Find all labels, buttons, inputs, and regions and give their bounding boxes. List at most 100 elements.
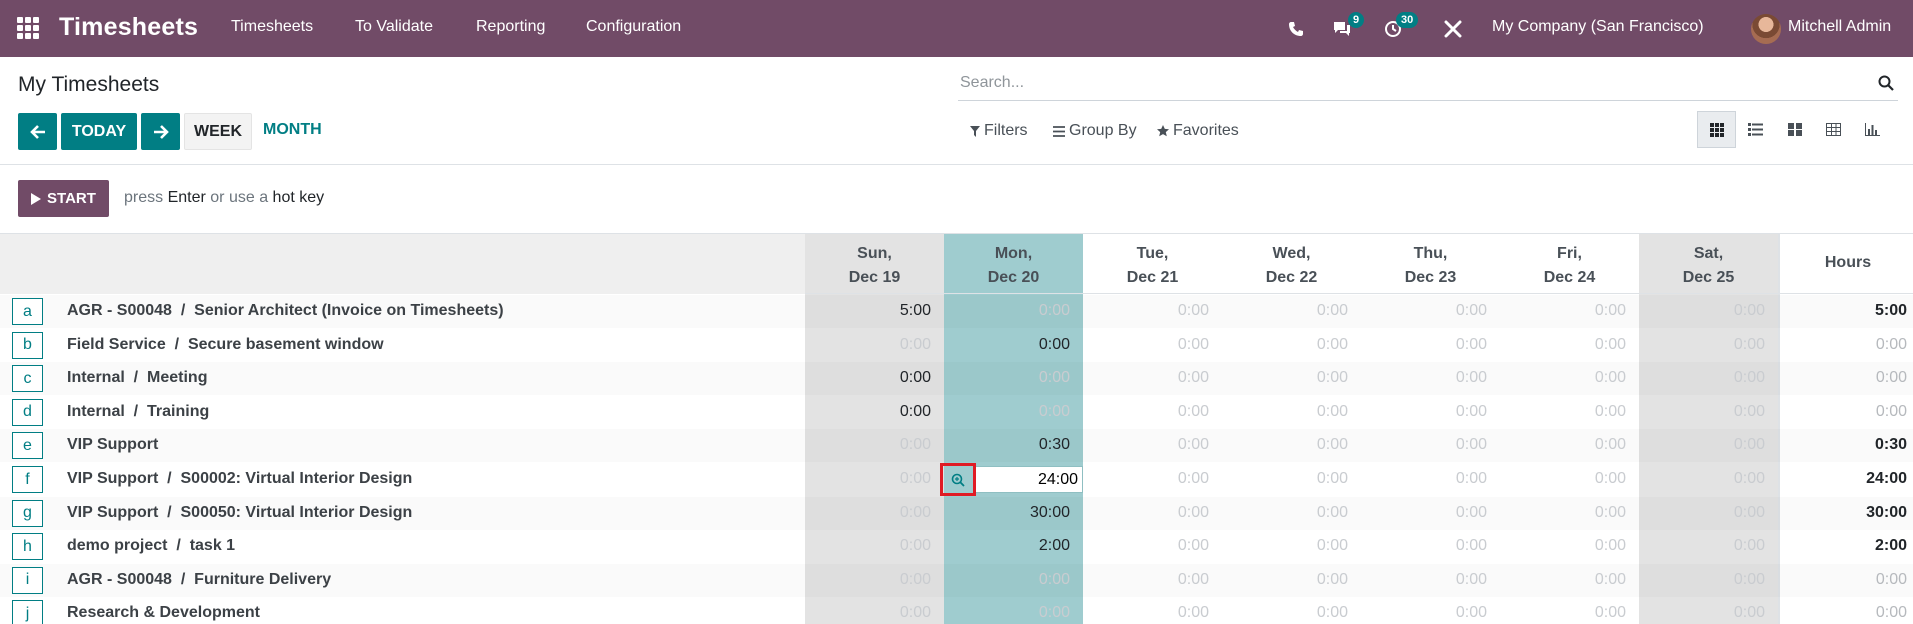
cell-sat[interactable]: 0:00 bbox=[1639, 537, 1765, 555]
cell-sat[interactable]: 0:00 bbox=[1639, 436, 1765, 454]
cell-sat[interactable]: 0:00 bbox=[1639, 369, 1765, 387]
cell-fri[interactable]: 0:00 bbox=[1500, 336, 1626, 354]
cell-thu[interactable]: 0:00 bbox=[1361, 403, 1487, 421]
cell-tue[interactable]: 0:00 bbox=[1083, 604, 1209, 622]
cell-wed[interactable]: 0:00 bbox=[1222, 571, 1348, 589]
cell-sat[interactable]: 0:00 bbox=[1639, 604, 1765, 622]
grid-view-button[interactable] bbox=[1697, 111, 1736, 148]
cell-fri[interactable]: 0:00 bbox=[1500, 436, 1626, 454]
menu-reporting[interactable]: Reporting bbox=[476, 18, 545, 36]
row-hotkey[interactable]: a bbox=[12, 298, 43, 325]
cell-sun[interactable]: 0:00 bbox=[805, 369, 931, 387]
kanban-view-button[interactable] bbox=[1775, 111, 1814, 148]
cell-tue[interactable]: 0:00 bbox=[1083, 403, 1209, 421]
cell-thu[interactable]: 0:00 bbox=[1361, 369, 1487, 387]
menu-configuration[interactable]: Configuration bbox=[586, 18, 681, 36]
list-view-button[interactable] bbox=[1736, 111, 1775, 148]
cell-thu[interactable]: 0:00 bbox=[1361, 504, 1487, 522]
cell-thu[interactable]: 0:00 bbox=[1361, 436, 1487, 454]
menu-timesheets[interactable]: Timesheets bbox=[231, 18, 313, 36]
group-by-dropdown[interactable]: Group By bbox=[1053, 122, 1137, 140]
zoom-in-icon[interactable] bbox=[940, 463, 976, 496]
cell-mon[interactable]: 0:30 bbox=[944, 436, 1070, 454]
cell-sun[interactable]: 0:00 bbox=[805, 403, 931, 421]
cell-tue[interactable]: 0:00 bbox=[1083, 504, 1209, 522]
cell-wed[interactable]: 0:00 bbox=[1222, 403, 1348, 421]
week-button[interactable]: WEEK bbox=[184, 113, 252, 150]
cell-thu[interactable]: 0:00 bbox=[1361, 336, 1487, 354]
row-hotkey[interactable]: e bbox=[12, 432, 43, 460]
cell-mon[interactable]: 0:00 bbox=[944, 302, 1070, 320]
cell-sun[interactable]: 0:00 bbox=[805, 571, 931, 589]
pivot-view-button[interactable] bbox=[1814, 111, 1853, 148]
row-hotkey[interactable]: d bbox=[12, 398, 43, 426]
tools-icon[interactable] bbox=[1444, 0, 1462, 57]
row-hotkey[interactable]: i bbox=[12, 566, 43, 594]
cell-wed[interactable]: 0:00 bbox=[1222, 504, 1348, 522]
cell-fri[interactable]: 0:00 bbox=[1500, 369, 1626, 387]
cell-sun[interactable]: 0:00 bbox=[805, 436, 931, 454]
today-button[interactable]: TODAY bbox=[61, 113, 137, 150]
cell-mon[interactable]: 30:00 bbox=[944, 504, 1070, 522]
cell-sun[interactable]: 0:00 bbox=[805, 537, 931, 555]
cell-sun[interactable]: 0:00 bbox=[805, 504, 931, 522]
cell-sun[interactable]: 0:00 bbox=[805, 336, 931, 354]
cell-mon[interactable]: 2:00 bbox=[944, 537, 1070, 555]
user-menu[interactable]: Mitchell Admin bbox=[1788, 18, 1891, 36]
cell-tue[interactable]: 0:00 bbox=[1083, 537, 1209, 555]
phone-icon[interactable] bbox=[1288, 0, 1304, 57]
cell-mon[interactable]: 0:00 bbox=[944, 369, 1070, 387]
company-switcher[interactable]: My Company (San Francisco) bbox=[1492, 18, 1704, 36]
row-hotkey[interactable]: g bbox=[12, 499, 43, 527]
cell-fri[interactable]: 0:00 bbox=[1500, 403, 1626, 421]
cell-sun[interactable]: 5:00 bbox=[805, 302, 931, 320]
menu-to-validate[interactable]: To Validate bbox=[355, 18, 433, 36]
filters-dropdown[interactable]: Filters bbox=[970, 122, 1028, 140]
cell-sat[interactable]: 0:00 bbox=[1639, 336, 1765, 354]
cell-thu[interactable]: 0:00 bbox=[1361, 302, 1487, 320]
app-name[interactable]: Timesheets bbox=[59, 13, 198, 42]
cell-wed[interactable]: 0:00 bbox=[1222, 336, 1348, 354]
cell-thu[interactable]: 0:00 bbox=[1361, 537, 1487, 555]
cell-tue[interactable]: 0:00 bbox=[1083, 571, 1209, 589]
next-button[interactable] bbox=[141, 113, 180, 150]
cell-fri[interactable]: 0:00 bbox=[1500, 470, 1626, 488]
apps-menu-icon[interactable] bbox=[17, 17, 39, 39]
start-timer-button[interactable]: START bbox=[18, 180, 109, 217]
cell-sun[interactable]: 0:00 bbox=[805, 604, 931, 622]
cell-mon[interactable]: 0:00 bbox=[944, 604, 1070, 622]
row-hotkey[interactable]: b bbox=[12, 331, 43, 359]
cell-sat[interactable]: 0:00 bbox=[1639, 470, 1765, 488]
cell-tue[interactable]: 0:00 bbox=[1083, 369, 1209, 387]
chat-icon[interactable] bbox=[1332, 0, 1352, 57]
cell-fri[interactable]: 0:00 bbox=[1500, 571, 1626, 589]
graph-view-button[interactable] bbox=[1853, 111, 1892, 148]
cell-fri[interactable]: 0:00 bbox=[1500, 302, 1626, 320]
cell-sat[interactable]: 0:00 bbox=[1639, 504, 1765, 522]
avatar[interactable] bbox=[1751, 0, 1781, 57]
cell-mon[interactable]: 0:00 bbox=[944, 336, 1070, 354]
cell-input-mon[interactable] bbox=[973, 466, 1083, 493]
cell-tue[interactable]: 0:00 bbox=[1083, 302, 1209, 320]
month-button[interactable]: MONTH bbox=[263, 121, 322, 139]
cell-sun[interactable]: 0:00 bbox=[805, 470, 931, 488]
cell-fri[interactable]: 0:00 bbox=[1500, 504, 1626, 522]
cell-thu[interactable]: 0:00 bbox=[1361, 571, 1487, 589]
cell-wed[interactable]: 0:00 bbox=[1222, 302, 1348, 320]
search-icon[interactable] bbox=[1878, 75, 1894, 96]
cell-sat[interactable]: 0:00 bbox=[1639, 571, 1765, 589]
clock-icon[interactable] bbox=[1384, 0, 1402, 57]
cell-fri[interactable]: 0:00 bbox=[1500, 537, 1626, 555]
cell-tue[interactable]: 0:00 bbox=[1083, 436, 1209, 454]
cell-sat[interactable]: 0:00 bbox=[1639, 302, 1765, 320]
row-hotkey[interactable]: f bbox=[12, 466, 43, 493]
search-input[interactable] bbox=[958, 67, 1858, 99]
cell-wed[interactable]: 0:00 bbox=[1222, 369, 1348, 387]
cell-thu[interactable]: 0:00 bbox=[1361, 470, 1487, 488]
previous-button[interactable] bbox=[18, 113, 57, 150]
favorites-dropdown[interactable]: Favorites bbox=[1157, 122, 1239, 140]
cell-tue[interactable]: 0:00 bbox=[1083, 336, 1209, 354]
cell-thu[interactable]: 0:00 bbox=[1361, 604, 1487, 622]
cell-tue[interactable]: 0:00 bbox=[1083, 470, 1209, 488]
row-hotkey[interactable]: c bbox=[12, 365, 43, 393]
